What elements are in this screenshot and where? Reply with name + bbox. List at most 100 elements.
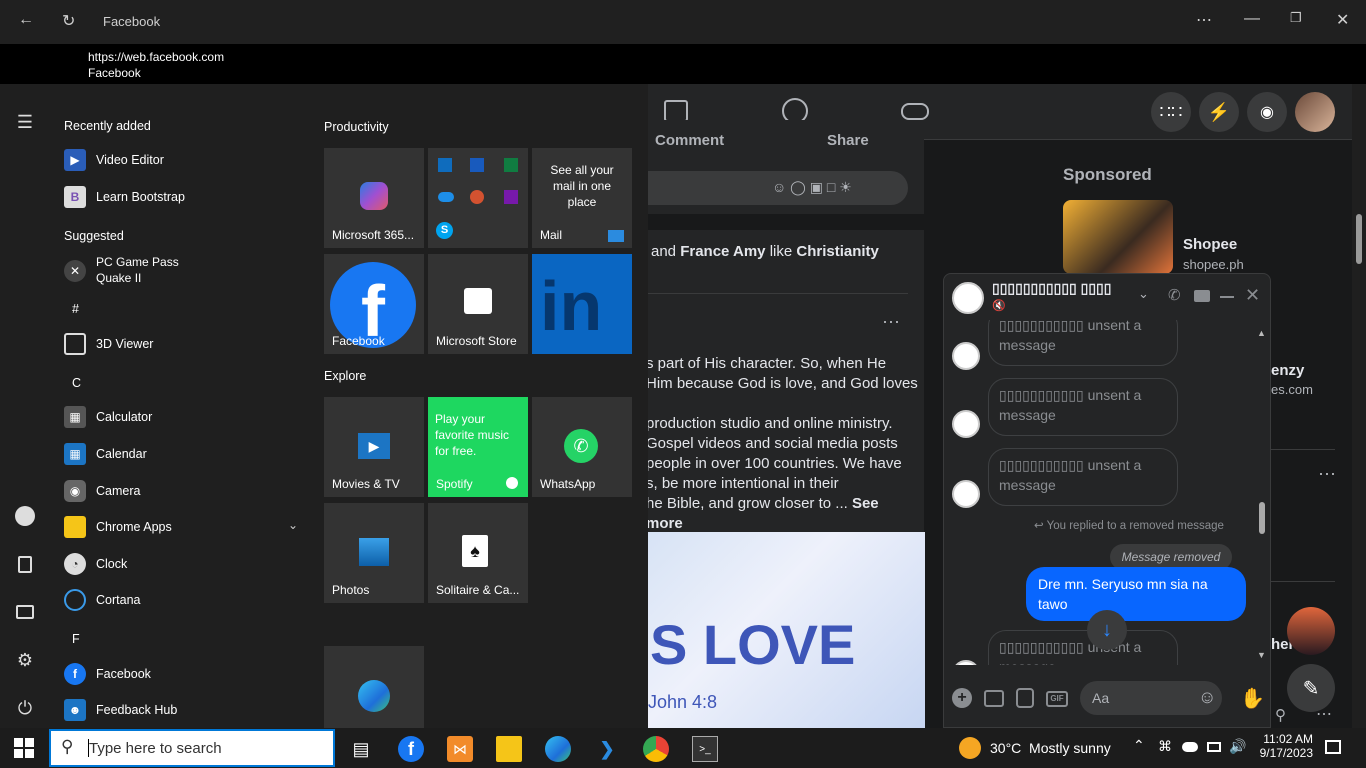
app-video-editor[interactable]: ▶ Video Editor bbox=[64, 145, 164, 175]
page-scrollbar-thumb[interactable] bbox=[1356, 214, 1362, 264]
wifi-icon[interactable]: ⌘ bbox=[1158, 738, 1172, 755]
show-hidden-icons-chevron-icon[interactable]: ⌃ bbox=[1133, 737, 1145, 754]
taskbar-xampp-icon[interactable]: ⋈ bbox=[447, 736, 473, 762]
profile-avatar[interactable] bbox=[1295, 92, 1335, 132]
emoji-icon[interactable]: ☺ bbox=[1198, 687, 1216, 708]
tile-solitaire[interactable]: ♠ Solitaire & Ca... bbox=[428, 503, 528, 603]
taskbar-facebook-icon[interactable]: f bbox=[398, 736, 424, 762]
restore-window-icon[interactable]: ❐ bbox=[1290, 10, 1302, 26]
tile-facebook[interactable]: f Facebook bbox=[324, 254, 424, 354]
chat-scrollbar[interactable]: ▲ ▼ bbox=[1256, 328, 1268, 664]
weather-text[interactable]: 30°C Mostly sunny bbox=[990, 740, 1111, 756]
tile-microsoft-edge[interactable] bbox=[324, 646, 424, 728]
group-explore[interactable]: Explore bbox=[324, 369, 366, 383]
app-3d-viewer[interactable]: 3D Viewer bbox=[64, 329, 153, 359]
back-arrow-icon[interactable]: ← bbox=[18, 11, 34, 29]
comment-button[interactable]: Comment bbox=[655, 132, 724, 149]
letter-f[interactable]: F bbox=[72, 632, 80, 646]
tile-linkedin[interactable]: in bbox=[532, 254, 632, 354]
tile-microsoft-365[interactable]: Microsoft 365... bbox=[324, 148, 424, 248]
ad-image[interactable] bbox=[1063, 200, 1173, 274]
comment-input[interactable]: ☺ ◯ ▣ □ ☀ bbox=[648, 171, 908, 205]
tile-microsoft-store[interactable]: Microsoft Store bbox=[428, 254, 528, 354]
app-clock[interactable]: ◔ Clock bbox=[64, 549, 127, 579]
scroll-up-icon[interactable]: ▲ bbox=[1257, 328, 1266, 338]
taskbar-vscode-icon[interactable]: ❯ bbox=[594, 736, 620, 762]
chevron-down-icon[interactable]: ⌄ bbox=[1138, 286, 1149, 302]
menu-grid-icon[interactable]: ∷∷ bbox=[1151, 92, 1191, 132]
close-window-icon[interactable]: ✕ bbox=[1336, 10, 1349, 30]
share-button[interactable]: Share bbox=[827, 132, 869, 149]
app-calendar[interactable]: ▦ Calendar bbox=[64, 439, 147, 469]
scroll-down-arrow-icon[interactable]: ↓ bbox=[1087, 610, 1127, 650]
tile-mail[interactable]: See all your mail in one place Mail bbox=[532, 148, 632, 248]
weather-sun-icon[interactable] bbox=[959, 737, 981, 759]
chat-avatar[interactable] bbox=[952, 282, 984, 314]
minimize-chat-icon[interactable] bbox=[1220, 296, 1234, 298]
app-feedback-hub[interactable]: ☻ Feedback Hub bbox=[64, 695, 177, 725]
more-contacts-icon[interactable]: ⋯ bbox=[1316, 704, 1332, 724]
add-plus-icon[interactable]: + bbox=[952, 688, 972, 708]
app-learn-bootstrap[interactable]: B Learn Bootstrap bbox=[64, 182, 185, 212]
video-call-icon[interactable] bbox=[1194, 290, 1210, 302]
letter-c[interactable]: C bbox=[72, 376, 81, 390]
documents-icon[interactable] bbox=[18, 556, 32, 573]
settings-gear-icon[interactable]: ⚙ bbox=[14, 650, 36, 672]
tile-photos[interactable]: Photos bbox=[324, 503, 424, 603]
minimize-window-icon[interactable]: — bbox=[1244, 10, 1260, 28]
comment-tools-icons[interactable]: ☺ ◯ ▣ □ ☀ bbox=[772, 179, 852, 196]
taskbar-file-explorer-icon[interactable] bbox=[496, 736, 522, 762]
group-productivity[interactable]: Productivity bbox=[324, 120, 389, 134]
windows-start-icon[interactable] bbox=[14, 738, 34, 758]
page-name-link[interactable]: Christianity bbox=[796, 243, 879, 260]
tile-whatsapp[interactable]: ✆ WhatsApp bbox=[532, 397, 632, 497]
app-cortana[interactable]: Cortana bbox=[64, 585, 140, 615]
messenger-icon[interactable]: ⚡ bbox=[1199, 92, 1239, 132]
ad2-title-partial[interactable]: enzy bbox=[1271, 362, 1304, 379]
scroll-down-icon[interactable]: ▼ bbox=[1257, 650, 1266, 660]
pictures-icon[interactable] bbox=[16, 605, 34, 619]
gif-icon[interactable]: GIF bbox=[1046, 691, 1068, 707]
my-message-bubble[interactable]: Dre mn. Seryuso mn sia na tawo bbox=[1026, 567, 1246, 621]
chat-scrollbar-thumb[interactable] bbox=[1259, 502, 1265, 534]
close-chat-icon[interactable]: ✕ bbox=[1245, 285, 1260, 306]
liker-name-link[interactable]: France Amy bbox=[680, 243, 765, 260]
app-chrome-apps-folder[interactable]: Chrome Apps bbox=[64, 512, 172, 542]
gaming-icon[interactable] bbox=[901, 103, 929, 120]
taskbar-search-box[interactable]: ⚲ Type here to search bbox=[49, 729, 335, 767]
chevron-down-icon[interactable]: ⌄ bbox=[288, 518, 298, 532]
page-scrollbar[interactable] bbox=[1352, 84, 1366, 728]
sticker-icon[interactable] bbox=[1016, 688, 1034, 708]
contacts-options-icon[interactable]: ⋯ bbox=[1318, 464, 1336, 485]
app-camera[interactable]: ◉ Camera bbox=[64, 476, 140, 506]
hamburger-menu-icon[interactable]: ☰ bbox=[14, 112, 36, 134]
tile-spotify[interactable]: Play your favorite music for free. Spoti… bbox=[428, 397, 528, 497]
refresh-icon[interactable]: ↻ bbox=[62, 11, 75, 31]
tile-movies-tv[interactable]: ▶ Movies & TV bbox=[324, 397, 424, 497]
contact-avatar[interactable] bbox=[1287, 607, 1335, 655]
onedrive-tray-icon[interactable] bbox=[1182, 742, 1198, 752]
post-options-icon[interactable]: ⋯ bbox=[882, 312, 900, 333]
suggested-pc-game-pass[interactable]: ✕ PC Game Pass Quake II bbox=[64, 255, 284, 289]
task-view-icon[interactable]: ▤ bbox=[348, 736, 374, 762]
taskbar-edge-icon[interactable] bbox=[545, 736, 571, 762]
post-image[interactable]: S LOVE John 4:8 bbox=[648, 532, 925, 728]
letter-hash[interactable]: # bbox=[72, 302, 79, 316]
battery-icon[interactable] bbox=[1207, 742, 1221, 752]
tile-office-apps[interactable]: S bbox=[428, 148, 528, 248]
url-text[interactable]: https://web.facebook.com bbox=[88, 50, 224, 64]
power-icon[interactable]: ⏻ bbox=[14, 698, 36, 720]
more-options-icon[interactable]: ⋯ bbox=[1196, 10, 1212, 30]
marketplace-icon[interactable] bbox=[664, 100, 688, 122]
app-calculator[interactable]: ▦ Calculator bbox=[64, 402, 152, 432]
taskbar-chrome-icon[interactable] bbox=[643, 736, 669, 762]
taskbar-terminal-icon[interactable]: >_ bbox=[692, 736, 718, 762]
voice-call-icon[interactable]: ✆ bbox=[1168, 286, 1181, 304]
photo-attach-icon[interactable] bbox=[984, 690, 1004, 707]
notifications-bell-icon[interactable]: ◉ bbox=[1247, 92, 1287, 132]
ad-title[interactable]: Shopee bbox=[1183, 236, 1237, 253]
app-facebook[interactable]: f Facebook bbox=[64, 659, 151, 689]
clock-area[interactable]: 11:02 AM 9/17/2023 bbox=[1253, 732, 1313, 760]
notification-center-icon[interactable] bbox=[1325, 740, 1341, 754]
volume-icon[interactable]: 🔊 bbox=[1229, 738, 1246, 755]
